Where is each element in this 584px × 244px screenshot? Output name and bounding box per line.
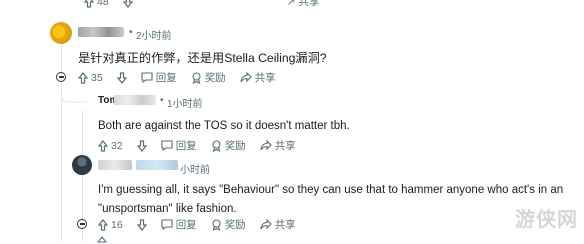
reply-button[interactable]: 回复: [141, 70, 177, 85]
avatar[interactable]: [50, 22, 72, 44]
award-icon: [212, 139, 221, 152]
upvote-icon: [98, 218, 108, 231]
award-label: 奖励: [204, 72, 226, 84]
award-button[interactable]: 奖励: [211, 138, 246, 153]
share-label: 共享: [298, 0, 320, 8]
username-redacted[interactable]: [98, 160, 132, 170]
upvote-icon[interactable]: [97, 236, 107, 244]
collapse-button[interactable]: [56, 72, 66, 82]
award-button[interactable]: 奖励: [211, 217, 246, 232]
reply-icon: [141, 72, 153, 83]
award-button[interactable]: 奖励: [191, 70, 226, 85]
upvote-button[interactable]: 16: [98, 219, 123, 231]
comment-text: 是针对真正的作弊，还是用Stella Ceiling漏洞?: [78, 51, 327, 65]
downvote-button[interactable]: [136, 139, 147, 152]
comment-text-line: I'm guessing all, it says "Behaviour" so…: [98, 184, 564, 196]
comment-text: I'm guessing all, it says "Behaviour" so…: [98, 181, 563, 219]
award-label: 奖励: [224, 219, 246, 231]
comment-actions: 35 回复 奖励 共享: [78, 70, 290, 85]
comment-time: 2小时前: [136, 31, 172, 42]
dot-separator: •: [160, 95, 164, 106]
share-label: 共享: [254, 72, 276, 84]
share-label: 共享: [274, 140, 296, 152]
reply-button[interactable]: 回复: [161, 217, 197, 232]
share-label: 共享: [274, 219, 296, 231]
vote-count: 16: [111, 218, 123, 231]
reply-icon: [161, 140, 173, 151]
reply-label: 回复: [175, 219, 197, 231]
upvote-icon: [84, 0, 94, 8]
share-icon: [260, 219, 272, 230]
dot-separator: •: [129, 27, 133, 38]
upvote-button[interactable]: 48: [84, 0, 109, 8]
reply-connector: [61, 90, 87, 103]
reply-button[interactable]: 回复: [161, 138, 197, 153]
upvote-icon: [98, 139, 108, 152]
comment-actions: 32 回复 奖励 共享: [98, 138, 310, 153]
upvote-button[interactable]: 35: [78, 72, 103, 84]
reply-label: 回复: [175, 140, 197, 152]
award-icon: [212, 218, 221, 231]
share-icon: [260, 140, 272, 151]
upvote-icon: [78, 71, 88, 84]
downvote-icon: [116, 71, 127, 84]
vote-count: 48: [97, 0, 109, 8]
username-redacted[interactable]: [114, 95, 156, 105]
comment-thread: 48 ↗ 共享 • 2小时前 是针对真正的作弊，还是用Stella Ceilin…: [0, 0, 584, 244]
upvote-button[interactable]: 32: [98, 140, 123, 152]
downvote-button[interactable]: [116, 71, 127, 84]
comment-actions: 16 回复 奖励 共享: [98, 217, 310, 232]
reply-label: 回复: [155, 72, 177, 84]
collapse-button[interactable]: [77, 219, 87, 229]
share-button[interactable]: 共享: [260, 217, 296, 232]
username-redacted[interactable]: [78, 27, 124, 37]
comment-time: 小时前: [180, 165, 210, 176]
vote-count: 32: [111, 139, 123, 152]
top-action-row: 48 ↗ 共享: [84, 0, 334, 9]
reply-icon: [161, 219, 173, 230]
downvote-icon: [122, 0, 133, 8]
username-redacted[interactable]: [136, 160, 178, 170]
downvote-button[interactable]: [136, 218, 147, 231]
share-button[interactable]: 共享: [240, 70, 276, 85]
site-watermark: 游侠网: [515, 209, 578, 231]
comment-text: Both are against the TOS so it doesn't m…: [98, 120, 350, 132]
vote-count: 35: [91, 71, 103, 84]
share-icon: ↗: [286, 0, 296, 8]
downvote-icon: [136, 139, 147, 152]
share-button[interactable]: 共享: [260, 138, 296, 153]
award-label: 奖励: [224, 140, 246, 152]
avatar[interactable]: [72, 155, 92, 175]
share-button[interactable]: ↗ 共享: [287, 0, 320, 9]
downvote-icon: [136, 218, 147, 231]
downvote-button[interactable]: [122, 0, 133, 8]
comment-time: 1小时前: [167, 99, 203, 110]
share-icon: [240, 72, 252, 83]
award-icon: [192, 71, 201, 84]
